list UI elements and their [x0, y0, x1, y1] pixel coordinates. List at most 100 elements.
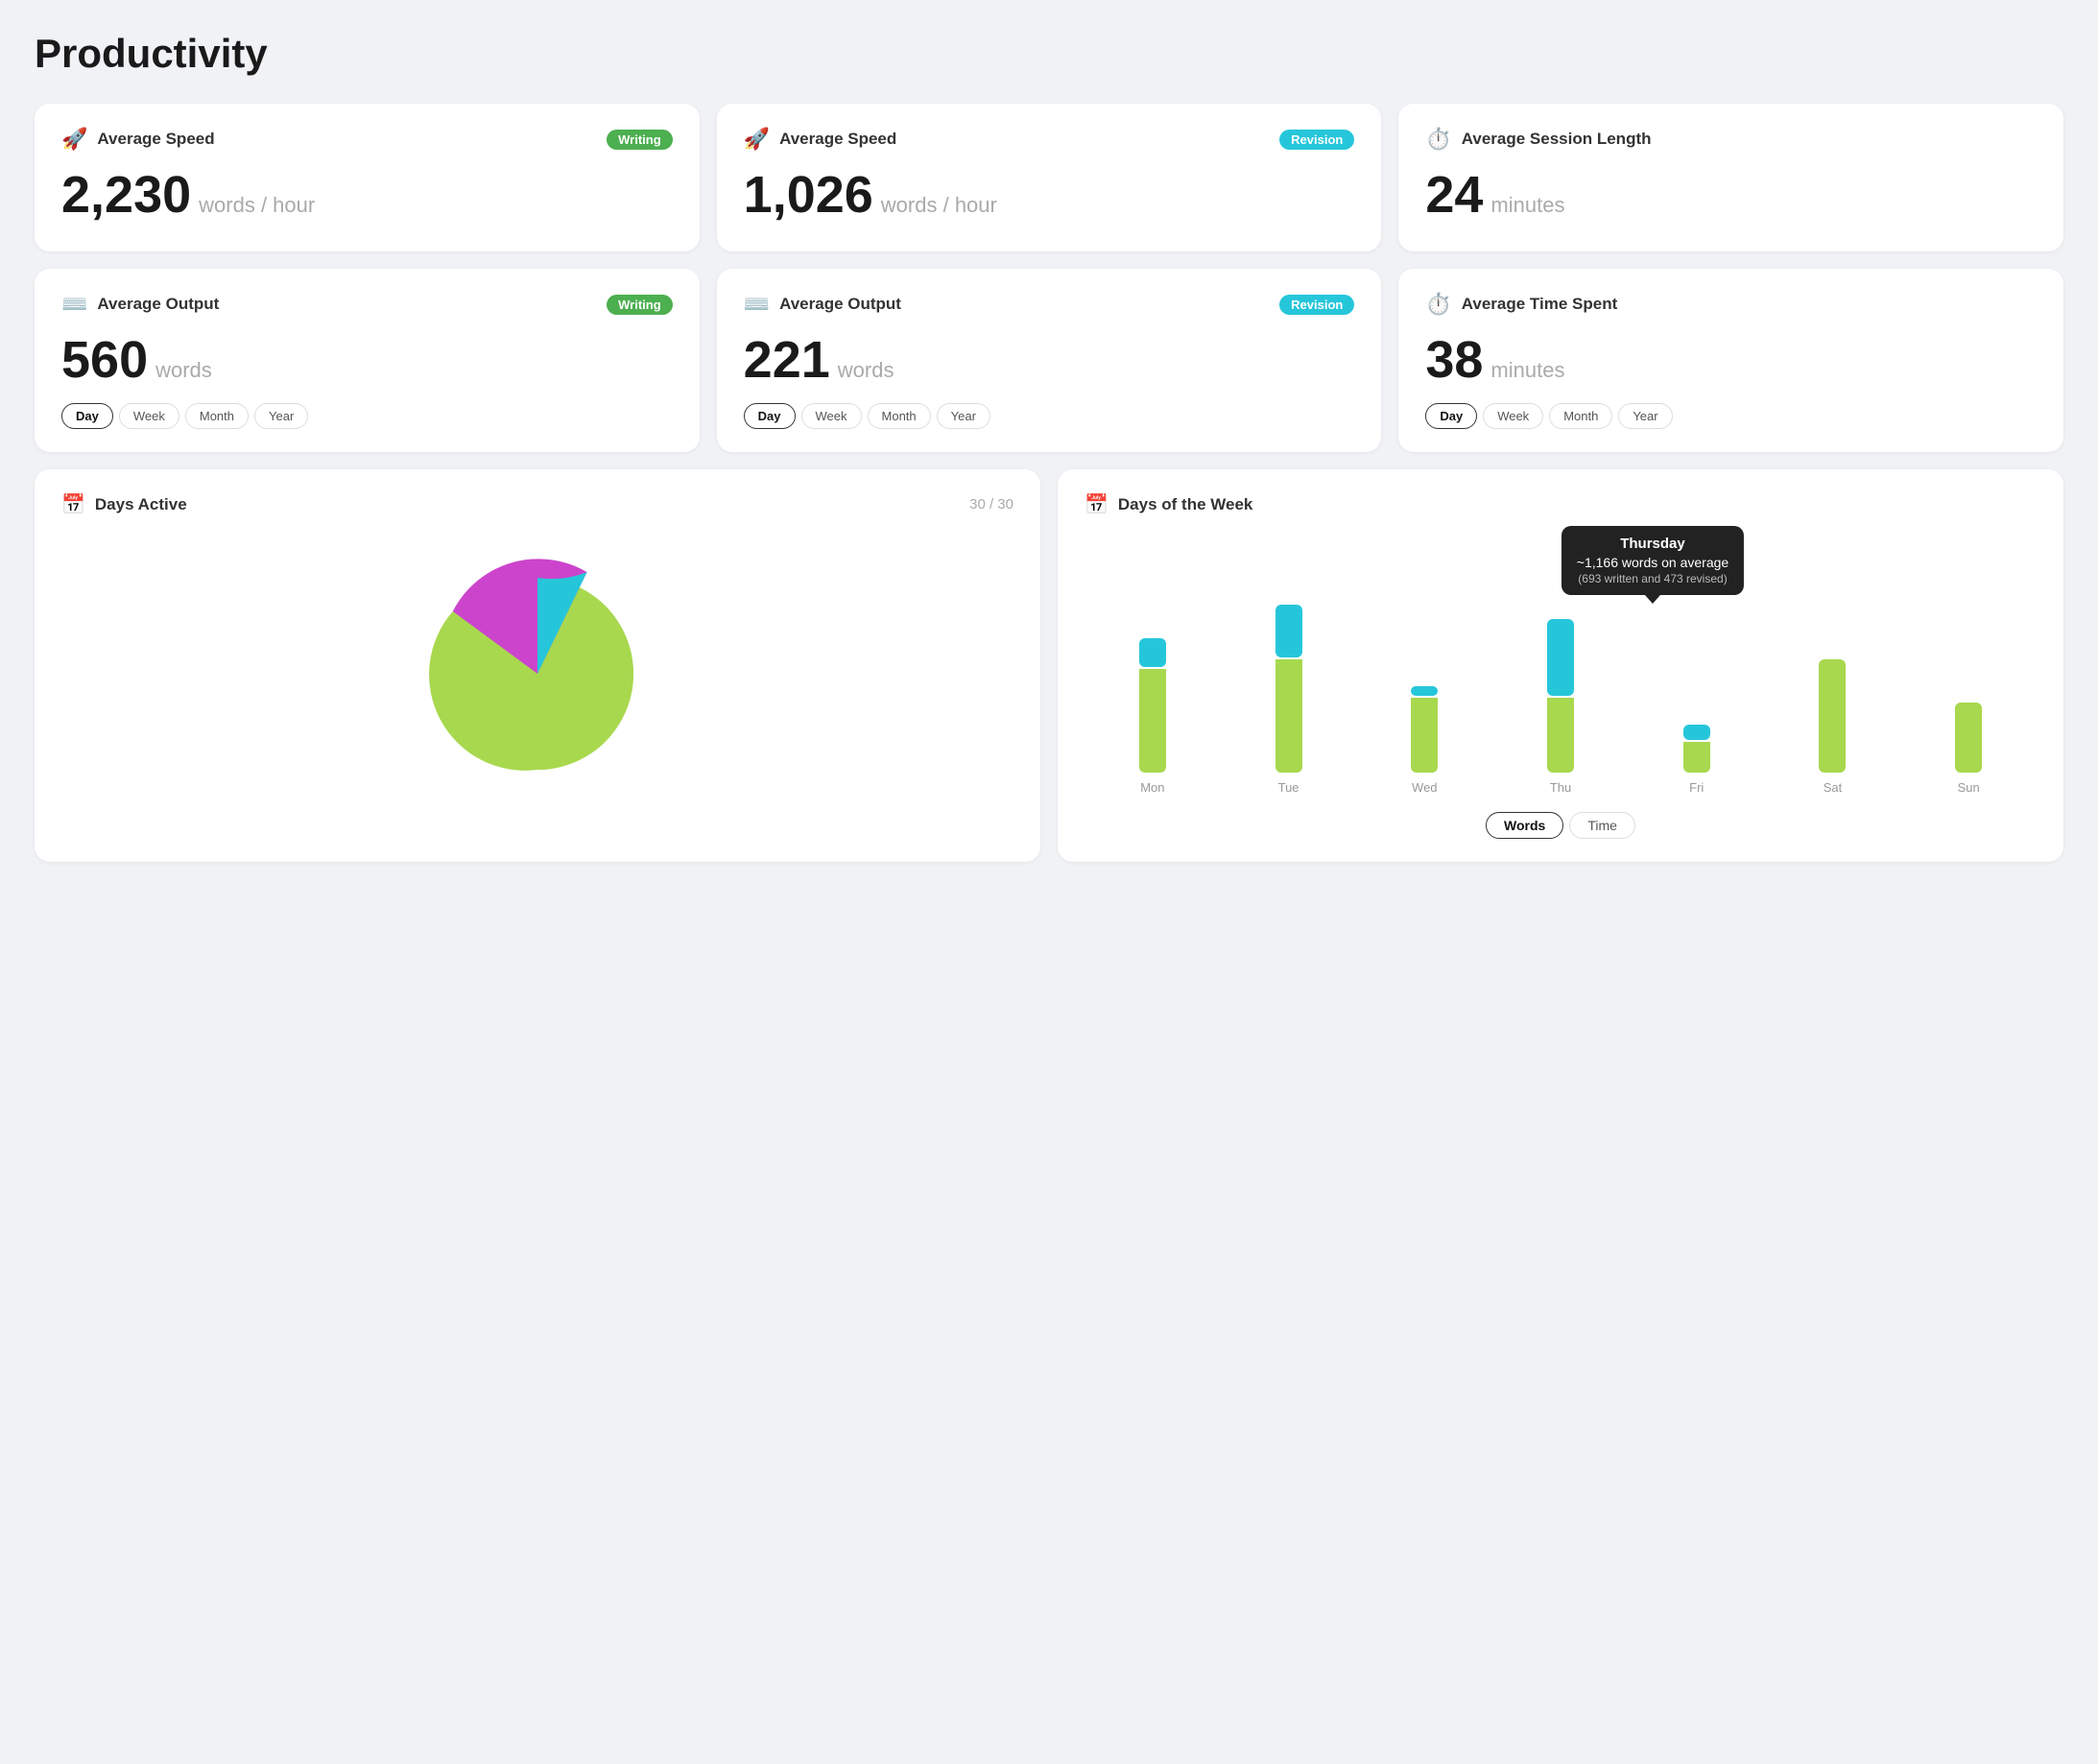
- chart-filter: Words Time: [1085, 812, 2037, 839]
- tooltip-sub: (693 written and 473 revised): [1577, 572, 1728, 585]
- metric-value: 24: [1425, 169, 1483, 221]
- card-title: Average Speed: [779, 130, 896, 149]
- tooltip-main: ~1,166 words on average: [1577, 555, 1728, 570]
- bar-green-sat: [1819, 659, 1846, 773]
- card-days-of-week: 📅 Days of the Week Thursday ~1,166 words…: [1058, 469, 2063, 862]
- bar-label-sat: Sat: [1824, 780, 1843, 795]
- metric-unit: words / hour: [199, 193, 315, 218]
- rocket-icon: 🚀: [744, 127, 770, 152]
- writing-badge: Writing: [607, 295, 673, 315]
- days-of-week-title: Days of the Week: [1118, 495, 1252, 514]
- days-active-title: Days Active: [95, 495, 187, 514]
- filter-day-btn[interactable]: Day: [744, 403, 796, 429]
- bar-cyan-thu: [1547, 619, 1574, 696]
- bar-group-thu: Thu: [1492, 619, 1629, 795]
- filter-week-btn[interactable]: Week: [1483, 403, 1543, 429]
- metric-unit: words: [838, 358, 894, 383]
- timer-icon: ⏱️: [1425, 292, 1451, 317]
- metric-unit: minutes: [1490, 193, 1564, 218]
- filter-month-btn[interactable]: Month: [868, 403, 931, 429]
- calendar-icon: 📅: [1085, 492, 1109, 516]
- bar-label-sun: Sun: [1958, 780, 1980, 795]
- bar-label-wed: Wed: [1412, 780, 1438, 795]
- card-days-active: 📅 Days Active 30 / 30: [35, 469, 1040, 862]
- tooltip-day: Thursday: [1577, 536, 1728, 552]
- filter-month-btn[interactable]: Month: [1549, 403, 1612, 429]
- bar-group-wed: Wed: [1356, 686, 1492, 795]
- bar-label-thu: Thu: [1550, 780, 1571, 795]
- rocket-icon: 🚀: [61, 127, 87, 152]
- bar-group-sun: Sun: [1900, 701, 2037, 795]
- card-header: ⌨️ Average Output Revision: [744, 292, 1355, 317]
- bar-label-fri: Fri: [1689, 780, 1704, 795]
- bar-chart-area: Thursday ~1,166 words on average (693 wr…: [1085, 536, 2037, 839]
- filter-day-btn[interactable]: Day: [61, 403, 113, 429]
- bar-cyan-wed: [1411, 686, 1438, 696]
- pie-slices: [429, 559, 633, 771]
- time-filter: Day Week Month Year: [744, 403, 1355, 429]
- bar-group-fri: Fri: [1629, 725, 1765, 795]
- bar-label-mon: Mon: [1140, 780, 1164, 795]
- card-title: Average Output: [779, 295, 901, 314]
- bar-green-sun: [1955, 703, 1982, 773]
- chart-time-btn[interactable]: Time: [1569, 812, 1635, 839]
- card-avg-output-writing: ⌨️ Average Output Writing 560 words Day …: [35, 269, 700, 452]
- bar-cyan-mon: [1139, 638, 1166, 667]
- metric-unit: words: [155, 358, 212, 383]
- card-header: ⏱️ Average Session Length: [1425, 127, 2037, 152]
- pie-chart-container: [61, 536, 1013, 797]
- filter-week-btn[interactable]: Week: [801, 403, 862, 429]
- card-avg-session-length: ⏱️ Average Session Length 24 minutes: [1398, 104, 2063, 251]
- bar-group-tue: Tue: [1221, 605, 1357, 795]
- time-filter: Day Week Month Year: [1425, 403, 2037, 429]
- filter-year-btn[interactable]: Year: [254, 403, 308, 429]
- card-avg-time-spent: ⏱️ Average Time Spent 38 minutes Day Wee…: [1398, 269, 2063, 452]
- filter-day-btn[interactable]: Day: [1425, 403, 1477, 429]
- metric-unit: words / hour: [881, 193, 997, 218]
- filter-year-btn[interactable]: Year: [937, 403, 990, 429]
- typewriter-icon: ⌨️: [744, 292, 770, 317]
- card-title: Average Session Length: [1462, 130, 1652, 149]
- metric-value: 560: [61, 334, 148, 386]
- pie-chart: [422, 559, 653, 789]
- metrics-row-1: 🚀 Average Speed Writing 2,230 words / ho…: [35, 104, 2063, 251]
- filter-month-btn[interactable]: Month: [185, 403, 249, 429]
- metric-unit: minutes: [1490, 358, 1564, 383]
- card-header: ⏱️ Average Time Spent: [1425, 292, 2037, 317]
- filter-week-btn[interactable]: Week: [119, 403, 179, 429]
- metric-value: 221: [744, 334, 830, 386]
- card-header: 🚀 Average Speed Writing: [61, 127, 673, 152]
- bar-green-thu: [1547, 698, 1574, 773]
- bar-green-fri: [1683, 742, 1710, 773]
- bar-cyan-tue: [1275, 605, 1302, 657]
- metric-value: 1,026: [744, 169, 873, 221]
- calendar-icon: 📅: [61, 492, 85, 516]
- card-header: 🚀 Average Speed Revision: [744, 127, 1355, 152]
- bar-green-wed: [1411, 698, 1438, 773]
- writing-badge: Writing: [607, 130, 673, 150]
- bar-group-mon: Mon: [1085, 638, 1221, 795]
- chart-words-btn[interactable]: Words: [1486, 812, 1563, 839]
- metric-value: 38: [1425, 334, 1483, 386]
- bar-group-sat: Sat: [1765, 657, 1901, 795]
- timer-icon: ⏱️: [1425, 127, 1451, 152]
- card-title: Average Output: [97, 295, 219, 314]
- bar-green-mon: [1139, 669, 1166, 773]
- bar-chart-tooltip: Thursday ~1,166 words on average (693 wr…: [1562, 526, 1744, 595]
- revision-badge: Revision: [1279, 130, 1354, 150]
- card-title: Average Speed: [97, 130, 214, 149]
- charts-row: 📅 Days Active 30 / 30: [35, 469, 2063, 862]
- bar-label-tue: Tue: [1278, 780, 1299, 795]
- card-avg-speed-revision: 🚀 Average Speed Revision 1,026 words / h…: [717, 104, 1382, 251]
- bar-cyan-fri: [1683, 725, 1710, 740]
- card-avg-output-revision: ⌨️ Average Output Revision 221 words Day…: [717, 269, 1382, 452]
- filter-year-btn[interactable]: Year: [1618, 403, 1672, 429]
- typewriter-icon: ⌨️: [61, 292, 87, 317]
- days-active-count: 30 / 30: [969, 496, 1013, 513]
- card-header: ⌨️ Average Output Writing: [61, 292, 673, 317]
- metric-value: 2,230: [61, 169, 191, 221]
- page-title: Productivity: [35, 31, 2063, 77]
- metrics-row-2: ⌨️ Average Output Writing 560 words Day …: [35, 269, 2063, 452]
- revision-badge: Revision: [1279, 295, 1354, 315]
- card-avg-speed-writing: 🚀 Average Speed Writing 2,230 words / ho…: [35, 104, 700, 251]
